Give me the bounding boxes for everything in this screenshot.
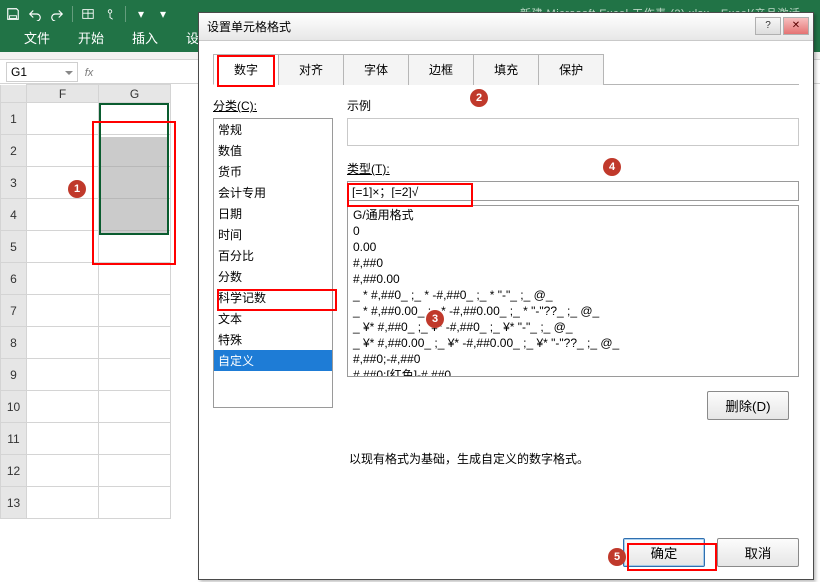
format-item[interactable]: _ ¥* #,##0.00_ ;_ ¥* -#,##0.00_ ;_ ¥* "-…: [349, 335, 797, 351]
help-button[interactable]: ?: [755, 17, 781, 35]
format-item[interactable]: #,##0;-#,##0: [349, 351, 797, 367]
category-item[interactable]: 常规: [214, 119, 332, 140]
tab-font[interactable]: 字体: [343, 54, 409, 85]
tab-fill[interactable]: 填充: [473, 54, 539, 85]
save-icon[interactable]: [2, 3, 24, 25]
type-label: 类型(T):: [347, 160, 799, 177]
format-item[interactable]: #,##0;[红色]-#,##0: [349, 367, 797, 377]
format-item[interactable]: #,##0: [349, 255, 797, 271]
cancel-button[interactable]: 取消: [717, 538, 799, 567]
format-item[interactable]: _ ¥* #,##0_ ;_ ¥* -#,##0_ ;_ ¥* "-"_ ;_ …: [349, 319, 797, 335]
format-item[interactable]: _ * #,##0.00_ ;_ * -#,##0.00_ ;_ * "-"??…: [349, 303, 797, 319]
select-all-corner[interactable]: [1, 85, 27, 103]
ok-button[interactable]: 确定: [623, 538, 705, 567]
colhead-g[interactable]: G: [99, 85, 171, 103]
tab-home[interactable]: 开始: [66, 25, 116, 52]
redo-icon[interactable]: [46, 3, 68, 25]
example-box: [347, 118, 799, 146]
tab-insert[interactable]: 插入: [120, 25, 170, 52]
format-item[interactable]: #,##0.00: [349, 271, 797, 287]
formats-list[interactable]: G/通用格式00.00#,##0#,##0.00_ * #,##0_ ;_ * …: [347, 205, 799, 377]
category-item[interactable]: 会计专用: [214, 182, 332, 203]
category-item[interactable]: 百分比: [214, 245, 332, 266]
dropdown2-icon[interactable]: ▾: [152, 3, 174, 25]
tab-align[interactable]: 对齐: [278, 54, 344, 85]
type-input-wrap: [347, 181, 799, 201]
delete-button[interactable]: 删除(D): [707, 391, 789, 420]
category-item[interactable]: 特殊: [214, 329, 332, 350]
category-item[interactable]: 科学记数: [214, 287, 332, 308]
tab-number[interactable]: 数字: [213, 54, 279, 85]
category-item[interactable]: 分数: [214, 266, 332, 287]
tab-protect[interactable]: 保护: [538, 54, 604, 85]
tab-border[interactable]: 边框: [408, 54, 474, 85]
name-box[interactable]: G1: [6, 62, 78, 82]
dialog-tabs: 数字 对齐 字体 边框 填充 保护: [213, 53, 799, 85]
type-input[interactable]: [352, 184, 794, 198]
category-list[interactable]: 常规数值货币会计专用日期时间百分比分数科学记数文本特殊自定义: [213, 118, 333, 408]
category-item[interactable]: 数值: [214, 140, 332, 161]
note-text: 以现有格式为基础，生成自定义的数字格式。: [349, 450, 799, 467]
close-button[interactable]: ✕: [783, 17, 809, 35]
category-item[interactable]: 自定义: [214, 350, 332, 371]
table-icon[interactable]: [77, 3, 99, 25]
dialog-title: 设置单元格格式: [207, 18, 291, 35]
format-item[interactable]: G/通用格式: [349, 207, 797, 223]
category-item[interactable]: 货币: [214, 161, 332, 182]
format-item[interactable]: 0: [349, 223, 797, 239]
format-cells-dialog: 设置单元格格式 ? ✕ 数字 对齐 字体 边框 填充 保护 分类(C): 常规数…: [198, 12, 814, 580]
category-label: 分类(C):: [213, 97, 333, 114]
format-item[interactable]: _ * #,##0_ ;_ * -#,##0_ ;_ * "-"_ ;_ @_: [349, 287, 797, 303]
example-label: 示例: [347, 97, 799, 114]
colhead-f[interactable]: F: [27, 85, 99, 103]
touch-icon[interactable]: [99, 3, 121, 25]
tab-file[interactable]: 文件: [12, 25, 62, 52]
fx-icon[interactable]: [80, 65, 98, 79]
category-item[interactable]: 日期: [214, 203, 332, 224]
dialog-title-bar[interactable]: 设置单元格格式 ? ✕: [199, 13, 813, 41]
format-item[interactable]: 0.00: [349, 239, 797, 255]
category-item[interactable]: 时间: [214, 224, 332, 245]
category-item[interactable]: 文本: [214, 308, 332, 329]
undo-icon[interactable]: [24, 3, 46, 25]
dropdown1-icon[interactable]: ▾: [130, 3, 152, 25]
